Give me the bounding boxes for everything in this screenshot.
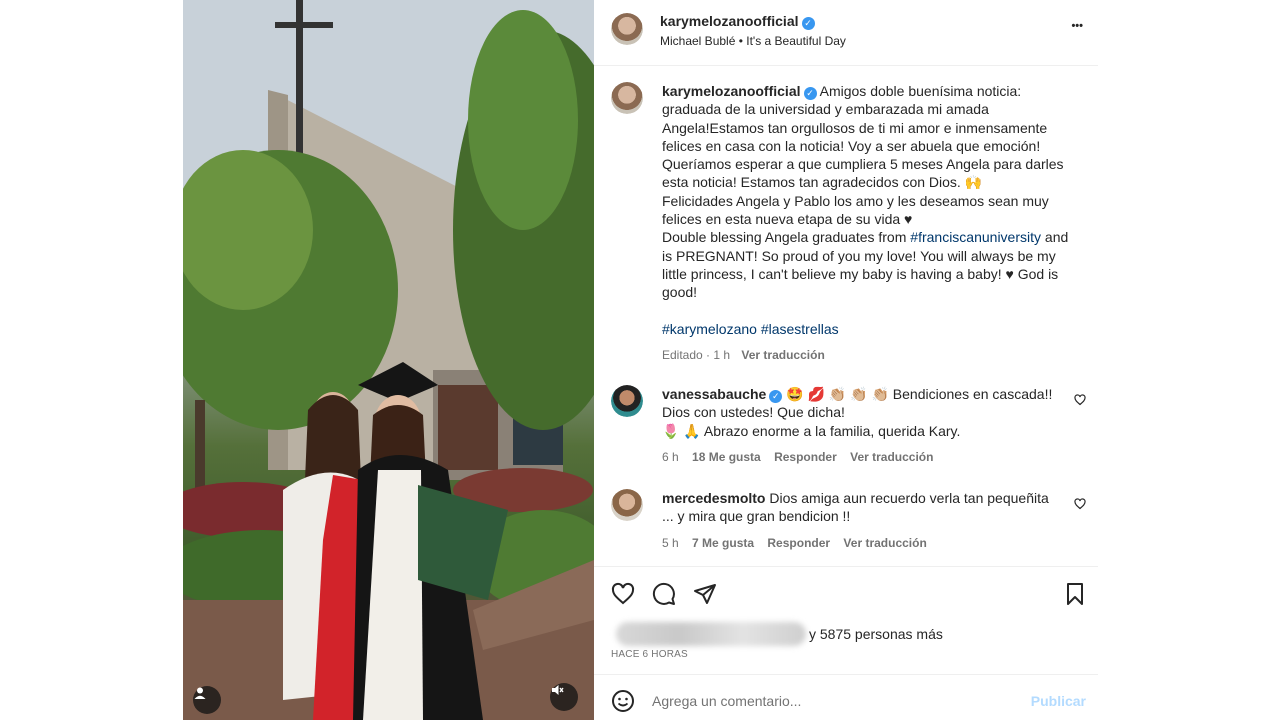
share-send-icon[interactable] [693, 582, 717, 606]
verified-badge-icon: ✓ [801, 17, 815, 30]
comment-line: Dios con ustedes! Que dicha! [662, 404, 845, 421]
comment-likes[interactable]: 7 Me gusta [692, 536, 754, 550]
caption-avatar[interactable] [611, 82, 643, 114]
hashtag-karymelozano[interactable]: #karymelozano [662, 321, 757, 337]
more-options-icon[interactable]: ••• [1071, 20, 1083, 32]
comment-meta: 6 h 18 Me gusta Responder Ver traducción [662, 448, 1062, 466]
comment-avatar-vanessabauche[interactable] [611, 385, 643, 417]
comment-username[interactable]: vanessabauche [662, 386, 766, 402]
comment-time[interactable]: 6 h [662, 450, 679, 464]
mute-button[interactable] [550, 683, 578, 711]
save-bookmark-icon[interactable] [1063, 582, 1087, 606]
comment-like-heart-icon[interactable] [1074, 498, 1086, 510]
reply-button[interactable]: Responder [774, 450, 837, 464]
comment-avatar-mercedesmolto[interactable] [611, 489, 643, 521]
likes-count[interactable]: y 5875 personas más [809, 626, 943, 642]
header-username-row: karymelozanoofficial ✓ [660, 13, 815, 31]
post-panel: karymelozanoofficial ✓ Michael Bublé • It… [594, 0, 1098, 720]
audio-label[interactable]: Michael Bublé • It's a Beautiful Day [660, 34, 846, 48]
edited-label: Editado [662, 347, 703, 362]
caption: karymelozanoofficial ✓ Amigos doble buení… [662, 82, 1082, 364]
comment-line: ... y mira que gran bendicion !! [662, 508, 851, 525]
comment-meta: 5 h 7 Me gusta Responder Ver traducción [662, 534, 1062, 552]
caption-meta: Editado · 1 h Ver traducción [662, 347, 825, 362]
mute-icon [552, 685, 564, 695]
hashtag-franciscanuniversity[interactable]: #franciscanuniversity [910, 229, 1041, 245]
comment-username[interactable]: mercedesmolto [662, 490, 765, 506]
divider [594, 566, 1098, 567]
emoji-icon[interactable] [611, 689, 635, 713]
posted-time[interactable]: HACE 6 HORAS [611, 649, 688, 660]
user-tag-button[interactable] [193, 686, 221, 714]
caption-text-es: Amigos doble buenísima noticia: graduada… [662, 83, 1068, 191]
reply-button[interactable]: Responder [767, 536, 830, 550]
comment-input[interactable]: Agrega un comentario... [652, 693, 801, 709]
comment-line: Dios amiga aun recuerdo verla tan pequeñ… [769, 490, 1049, 506]
verified-badge-icon: ✓ [769, 390, 783, 403]
translate-link[interactable]: Ver traducción [850, 450, 933, 464]
header-username[interactable]: karymelozanoofficial [660, 13, 799, 29]
verified-badge-icon: ✓ [803, 87, 817, 100]
caption-text-es2: Felicidades Angela y Pablo los amo y les… [662, 192, 1053, 228]
caption-time[interactable]: 1 h [713, 348, 730, 362]
caption-text-en-pre: Double blessing Angela graduates from [662, 229, 911, 246]
publish-button[interactable]: Publicar [1031, 693, 1086, 709]
divider [594, 674, 1098, 675]
translate-link[interactable]: Ver traducción [843, 536, 926, 550]
caption-translate-link[interactable]: Ver traducción [741, 348, 824, 362]
author-avatar[interactable] [611, 13, 643, 45]
comment-likes[interactable]: 18 Me gusta [692, 450, 761, 464]
comment-line: 🌷 🙏 Abrazo enorme a la familia, querida … [662, 422, 961, 439]
liked-by-blurred-names [616, 622, 806, 646]
comment-mercedesmolto: mercedesmolto Dios amiga aun recuerdo ve… [662, 489, 1062, 552]
post-photo[interactable] [183, 0, 594, 720]
hashtag-lasestrellas[interactable]: #lasestrellas [761, 321, 839, 337]
likes-text: y 5875 personas más [809, 626, 943, 642]
comment-time[interactable]: 5 h [662, 536, 679, 550]
comment-bubble-icon[interactable] [652, 582, 676, 606]
photo-illustration [183, 0, 594, 720]
divider [594, 65, 1098, 66]
comment-vanessabauche: vanessabauche ✓ 🤩 💋 👏🏼 👏🏼 👏🏼 Bendiciones … [662, 385, 1062, 466]
like-heart-icon[interactable] [611, 582, 635, 606]
user-tag-icon [194, 687, 206, 699]
caption-username[interactable]: karymelozanoofficial [662, 83, 801, 99]
comment-like-heart-icon[interactable] [1074, 394, 1086, 406]
comment-line: 🤩 💋 👏🏼 👏🏼 👏🏼 Bendiciones en cascada!! [786, 386, 1053, 402]
